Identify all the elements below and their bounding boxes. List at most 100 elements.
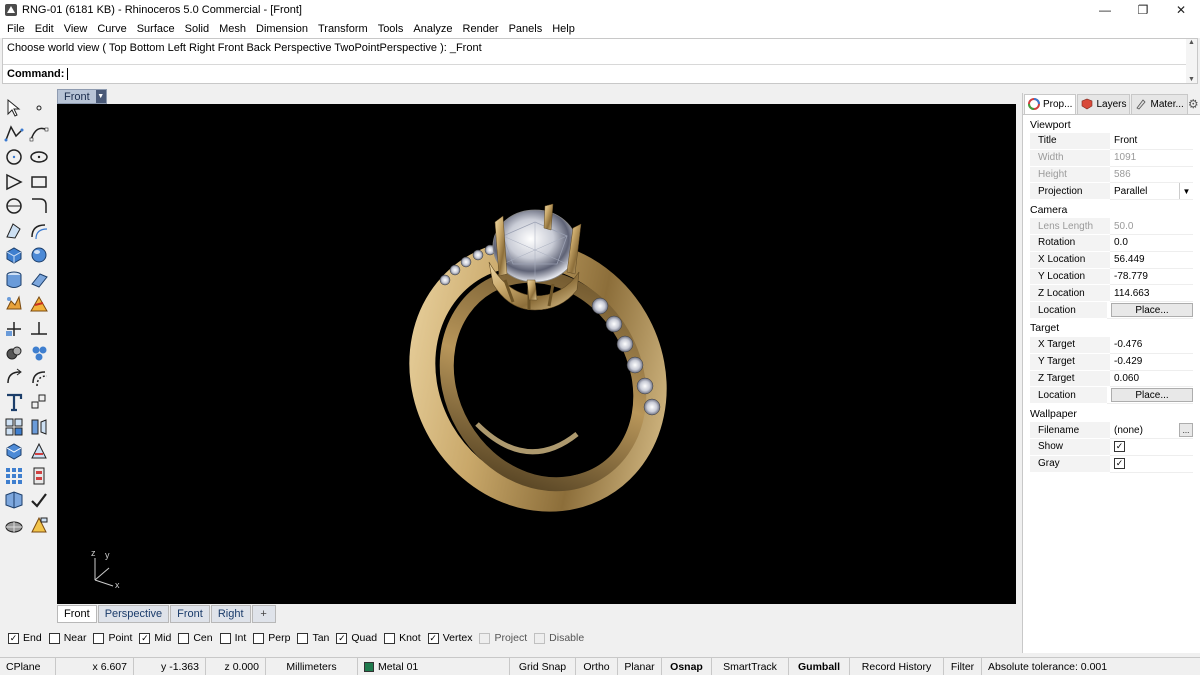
menu-view[interactable]: View	[59, 23, 93, 35]
osnap-perp-checkbox[interactable]	[253, 632, 265, 644]
status-smarttrack[interactable]: SmartTrack	[712, 657, 789, 675]
surface-edge-icon[interactable]	[28, 220, 50, 242]
view-tab-front[interactable]: Front	[57, 605, 97, 623]
cylinder-icon[interactable]	[3, 269, 25, 291]
menu-curve[interactable]: Curve	[92, 23, 131, 35]
target-place-button[interactable]: Place...	[1111, 388, 1193, 403]
minimize-button[interactable]: —	[1086, 0, 1124, 20]
status-osnap[interactable]: Osnap	[662, 657, 712, 675]
show-checkbox[interactable]: ✓	[1114, 441, 1125, 453]
chevron-down-icon[interactable]: ▼	[1179, 183, 1193, 200]
prop-x-target-value[interactable]: -0.476	[1110, 337, 1193, 354]
curve-icon[interactable]	[28, 122, 50, 144]
check-icon[interactable]	[28, 489, 50, 511]
prop-rotation-value[interactable]: 0.0	[1110, 235, 1193, 252]
add-viewport-tab-icon[interactable]: +	[251, 605, 276, 623]
block-icon[interactable]	[3, 440, 25, 462]
menu-solid[interactable]: Solid	[180, 23, 214, 35]
analyze-icon[interactable]	[28, 440, 50, 462]
menu-transform[interactable]: Transform	[313, 23, 373, 35]
menu-edit[interactable]: Edit	[30, 23, 59, 35]
menu-analyze[interactable]: Analyze	[408, 23, 457, 35]
tab-materials[interactable]: Mater...	[1131, 93, 1188, 114]
circle-icon[interactable]	[3, 146, 25, 168]
render-icon[interactable]	[3, 489, 25, 511]
camera-place-button[interactable]: Place...	[1111, 303, 1193, 318]
select-arrow-icon[interactable]	[3, 97, 25, 119]
status-record-history[interactable]: Record History	[850, 657, 944, 675]
osnap-project-checkbox[interactable]	[479, 632, 491, 644]
status-grid-snap[interactable]: Grid Snap	[510, 657, 576, 675]
osnap-end-checkbox[interactable]: ✓	[8, 632, 19, 644]
rectangle-icon[interactable]	[28, 171, 50, 193]
polygon-icon[interactable]	[3, 195, 25, 217]
arc-icon[interactable]	[3, 171, 25, 193]
trim-icon[interactable]	[3, 318, 25, 340]
osnap-int-checkbox[interactable]	[219, 632, 231, 644]
osnap-tan[interactable]: Tan	[297, 632, 329, 644]
osnap-cen[interactable]: Cen	[178, 632, 213, 644]
osnap-cen-checkbox[interactable]	[178, 632, 190, 644]
layer-state-icon[interactable]	[28, 465, 50, 487]
viewport-menu-arrow-icon[interactable]: ▼	[95, 90, 106, 103]
menu-help[interactable]: Help	[547, 23, 580, 35]
prop-y-target-value[interactable]: -0.429	[1110, 354, 1193, 371]
command-line[interactable]: Command:	[3, 64, 1187, 82]
fillet-curve-icon[interactable]	[28, 195, 50, 217]
osnap-quad[interactable]: ✓ Quad	[336, 632, 377, 644]
boolean-split-icon[interactable]	[28, 293, 50, 315]
front-viewport[interactable]: z y x	[57, 104, 1016, 604]
status-planar[interactable]: Planar	[618, 657, 662, 675]
status-layer[interactable]: Metal 01	[358, 657, 510, 675]
maximize-button[interactable]: ❐	[1124, 0, 1162, 20]
osnap-point-checkbox[interactable]	[93, 632, 105, 644]
close-button[interactable]: ✕	[1162, 0, 1200, 20]
osnap-disable[interactable]: Disable	[534, 632, 584, 644]
scale-icon[interactable]	[28, 367, 50, 389]
viewport-title[interactable]: Front	[58, 91, 96, 103]
menu-dimension[interactable]: Dimension	[251, 23, 313, 35]
menu-panels[interactable]: Panels	[504, 23, 548, 35]
osnap-mid[interactable]: ✓ Mid	[139, 632, 171, 644]
polyline-icon[interactable]	[3, 122, 25, 144]
grid-icon[interactable]	[3, 465, 25, 487]
view-tab-perspective[interactable]: Perspective	[97, 605, 170, 623]
command-input[interactable]	[67, 67, 69, 80]
osnap-near[interactable]: Near	[48, 632, 86, 644]
status-gumball[interactable]: Gumball	[789, 657, 850, 675]
menu-surface[interactable]: Surface	[132, 23, 180, 35]
array-icon[interactable]	[3, 416, 25, 438]
osnap-end[interactable]: ✓ End	[8, 632, 42, 644]
boolean-union-icon[interactable]	[3, 342, 25, 364]
status-filter[interactable]: Filter	[944, 657, 982, 675]
menu-render[interactable]: Render	[458, 23, 504, 35]
viewport-title-tab[interactable]: Front ▼	[57, 89, 107, 104]
gear-icon[interactable]: ⚙	[1188, 97, 1199, 111]
explode-icon[interactable]	[3, 293, 25, 315]
menu-mesh[interactable]: Mesh	[214, 23, 251, 35]
box-icon[interactable]	[3, 244, 25, 266]
scroll-up-icon[interactable]: ▲	[1188, 39, 1195, 46]
view-tab-front-2[interactable]: Front	[170, 605, 210, 623]
rotate-icon[interactable]	[3, 367, 25, 389]
status-ortho[interactable]: Ortho	[576, 657, 618, 675]
view-tab-right[interactable]: Right	[210, 605, 251, 623]
scroll-down-icon[interactable]: ▼	[1188, 76, 1195, 83]
osnap-int[interactable]: Int	[219, 632, 246, 644]
menu-tools[interactable]: Tools	[373, 23, 409, 35]
tab-layers[interactable]: Layers	[1077, 93, 1131, 114]
mirror-icon[interactable]	[28, 416, 50, 438]
text-icon[interactable]	[3, 391, 25, 413]
prop-z-target-value[interactable]: 0.060	[1110, 371, 1193, 388]
osnap-project[interactable]: Project	[479, 632, 527, 644]
ellipse-icon[interactable]	[28, 146, 50, 168]
osnap-mid-checkbox[interactable]: ✓	[139, 632, 151, 644]
browse-button[interactable]: ...	[1179, 423, 1193, 438]
split-icon[interactable]	[28, 318, 50, 340]
command-scrollbar[interactable]: ▲ ▼	[1186, 39, 1197, 83]
tab-properties[interactable]: Prop...	[1024, 93, 1077, 114]
status-cplane[interactable]: CPlane	[0, 657, 56, 675]
extrude-icon[interactable]	[28, 269, 50, 291]
mesh-icon[interactable]	[3, 514, 25, 536]
osnap-quad-checkbox[interactable]: ✓	[336, 632, 348, 644]
